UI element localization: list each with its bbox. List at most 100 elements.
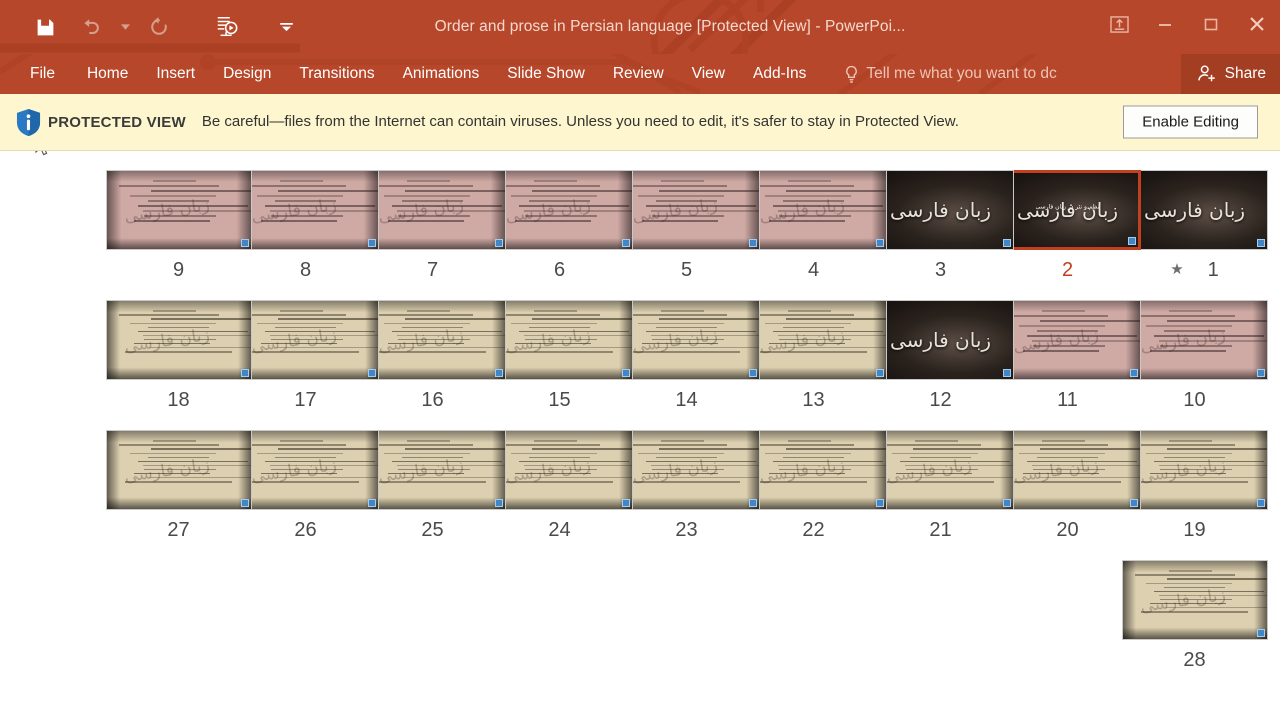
- slide-thumbnail-wrap: زبان فارسی: [994, 299, 1142, 381]
- tab-home[interactable]: Home: [73, 54, 142, 94]
- slide-cell-5[interactable]: زبان فارسی 5: [613, 169, 760, 283]
- slide-cell-12[interactable]: زبان فارسی 12: [867, 299, 1014, 413]
- tell-me-search[interactable]: Tell me what you want to dc: [844, 65, 1057, 84]
- tab-design[interactable]: Design: [209, 54, 285, 94]
- slide-number-row: 8: [242, 257, 369, 283]
- slide-cell-4[interactable]: زبان فارسی 4: [740, 169, 887, 283]
- slide-cell-24[interactable]: زبان فارسی 24: [486, 429, 633, 543]
- slide-cell-18[interactable]: زبان فارسی 18: [105, 299, 252, 413]
- slide-number-row: 15: [496, 387, 623, 413]
- slide-cell-9[interactable]: زبان فارسی 9: [105, 169, 252, 283]
- slide-thumbnail-wrap: زبان فارسی: [867, 299, 1015, 381]
- slide-thumbnail-18[interactable]: زبان فارسی: [105, 300, 252, 380]
- share-button[interactable]: Share: [1180, 54, 1280, 94]
- slide-thumbnail-21[interactable]: زبان فارسی: [867, 430, 1014, 510]
- slide-thumbnail-3[interactable]: زبان فارسی: [867, 170, 1014, 250]
- slide-cell-28[interactable]: زبان فارسی 28: [1121, 559, 1268, 673]
- slide-number-row: 19: [1131, 517, 1258, 543]
- slide-cell-23[interactable]: زبان فارسی 23: [613, 429, 760, 543]
- tab-view[interactable]: View: [678, 54, 739, 94]
- maximize-button[interactable]: [1188, 4, 1234, 44]
- animation-star-icon[interactable]: ★: [1170, 257, 1183, 283]
- slide-cell-21[interactable]: زبان فارسی 21: [867, 429, 1014, 543]
- calligraphy-art: زبان فارسی: [1143, 198, 1246, 222]
- slide-number-21: 21: [929, 519, 952, 541]
- slide-cell-1[interactable]: زبان فارسی ★ 1: [1121, 169, 1268, 283]
- save-button[interactable]: [22, 7, 68, 47]
- slide-layout-badge: [240, 369, 249, 377]
- slide-thumbnail-15[interactable]: زبان فارسی: [486, 300, 633, 380]
- slide-cell-17[interactable]: زبان فارسی 17: [232, 299, 379, 413]
- slide-thumbnail-28[interactable]: زبان فارسی: [1121, 560, 1268, 640]
- start-slideshow-button[interactable]: [204, 7, 250, 47]
- slide-thumbnail-11[interactable]: زبان فارسی: [994, 300, 1141, 380]
- tab-review[interactable]: Review: [599, 54, 678, 94]
- slide-thumbnail-26[interactable]: زبان فارسی: [232, 430, 379, 510]
- slide-cell-20[interactable]: زبان فارسی 20: [994, 429, 1141, 543]
- slide-thumbnail-12[interactable]: زبان فارسی: [867, 300, 1014, 380]
- slide-thumbnail-22[interactable]: زبان فارسی: [740, 430, 887, 510]
- slide-thumbnail-27[interactable]: زبان فارسی: [105, 430, 252, 510]
- slide-number-28: 28: [1183, 649, 1206, 671]
- slide-thumbnail-20[interactable]: زبان فارسی: [994, 430, 1141, 510]
- slide-thumbnail-17[interactable]: زبان فارسی: [232, 300, 379, 380]
- slide-layout-badge: [1129, 369, 1138, 377]
- slide-thumbnail-wrap: زبان فارسی: [232, 429, 380, 511]
- slide-thumbnail-10[interactable]: زبان فارسی: [1121, 300, 1268, 380]
- slide-cell-3[interactable]: زبان فارسی 3: [867, 169, 1014, 283]
- tab-animations[interactable]: Animations: [389, 54, 494, 94]
- slide-number-25: 25: [421, 519, 444, 541]
- slide-cell-15[interactable]: زبان فارسی 15: [486, 299, 633, 413]
- redo-button[interactable]: [136, 7, 182, 47]
- slide-thumbnail-23[interactable]: زبان فارسی: [613, 430, 760, 510]
- slide-preview: زبان فارسی: [868, 301, 1013, 379]
- enable-editing-button[interactable]: Enable Editing: [1123, 105, 1258, 139]
- slide-cell-6[interactable]: زبان فارسی 6: [486, 169, 633, 283]
- tab-insert[interactable]: Insert: [142, 54, 209, 94]
- slide-cell-25[interactable]: زبان فارسی 25: [359, 429, 506, 543]
- slide-cell-13[interactable]: زبان فارسی 13: [740, 299, 887, 413]
- minimize-button[interactable]: [1142, 4, 1188, 44]
- slide-thumbnail-6[interactable]: زبان فارسی: [486, 170, 633, 250]
- slide-thumbnail-13[interactable]: زبان فارسی: [740, 300, 887, 380]
- slide-thumbnail-14[interactable]: زبان فارسی: [613, 300, 760, 380]
- protected-view-message: Be careful—files from the Internet can c…: [201, 113, 959, 130]
- customize-qat-button[interactable]: [274, 7, 298, 47]
- slide-cell-16[interactable]: زبان فارسی 16: [359, 299, 506, 413]
- slide-cell-26[interactable]: زبان فارسی 26: [232, 429, 379, 543]
- slide-number-row: 20: [1004, 517, 1131, 543]
- slide-cell-11[interactable]: زبان فارسی 11: [994, 299, 1141, 413]
- close-button[interactable]: [1234, 4, 1280, 44]
- title-bar: Order and prose in Persian language [Pro…: [0, 0, 1280, 54]
- slide-cell-7[interactable]: زبان فارسی 7: [359, 169, 506, 283]
- tab-transitions[interactable]: Transitions: [285, 54, 388, 94]
- slide-cell-8[interactable]: زبان فارسی 8: [232, 169, 379, 283]
- slide-thumbnail-25[interactable]: زبان فارسی: [359, 430, 506, 510]
- slide-cell-10[interactable]: زبان فارسی 10: [1121, 299, 1268, 413]
- slide-cell-19[interactable]: زبان فارسی 19: [1121, 429, 1268, 543]
- slide-sorter-pane[interactable]: زبان فارسی ★ 1 زبان فارسی نظم و نثر در زبان …: [0, 151, 1280, 719]
- slide-thumbnail-wrap: زبان فارسی: [740, 299, 888, 381]
- slide-thumbnail-16[interactable]: زبان فارسی: [359, 300, 506, 380]
- slide-cell-22[interactable]: زبان فارسی 22: [740, 429, 887, 543]
- tab-file[interactable]: File: [22, 54, 73, 94]
- tab-add-ins[interactable]: Add-Ins: [739, 54, 820, 94]
- tab-slide-show[interactable]: Slide Show: [493, 54, 599, 94]
- slide-thumbnail-4[interactable]: زبان فارسی: [740, 170, 887, 250]
- slide-thumbnail-9[interactable]: زبان فارسی: [105, 170, 252, 250]
- slide-preview: زبان فارسی: [1122, 171, 1267, 249]
- slide-cell-2[interactable]: زبان فارسی نظم و نثر در زبان فارسی 2: [994, 169, 1141, 283]
- slide-thumbnail-1[interactable]: زبان فارسی: [1121, 170, 1268, 250]
- slide-thumbnail-7[interactable]: زبان فارسی: [359, 170, 506, 250]
- slide-cell-14[interactable]: زبان فارسی 14: [613, 299, 760, 413]
- ribbon-display-options-button[interactable]: [1096, 4, 1142, 44]
- undo-button[interactable]: [68, 7, 114, 47]
- slide-thumbnail-24[interactable]: زبان فارسی: [486, 430, 633, 510]
- slide-thumbnail-2[interactable]: زبان فارسی نظم و نثر در زبان فارسی: [994, 170, 1141, 250]
- slide-cell-27[interactable]: زبان فارسی 27: [105, 429, 252, 543]
- slide-thumbnail-5[interactable]: زبان فارسی: [613, 170, 760, 250]
- slide-layout-badge: [1129, 499, 1138, 507]
- slide-thumbnail-19[interactable]: زبان فارسی: [1121, 430, 1268, 510]
- slide-thumbnail-8[interactable]: زبان فارسی: [232, 170, 379, 250]
- undo-dropdown-button[interactable]: [114, 7, 136, 47]
